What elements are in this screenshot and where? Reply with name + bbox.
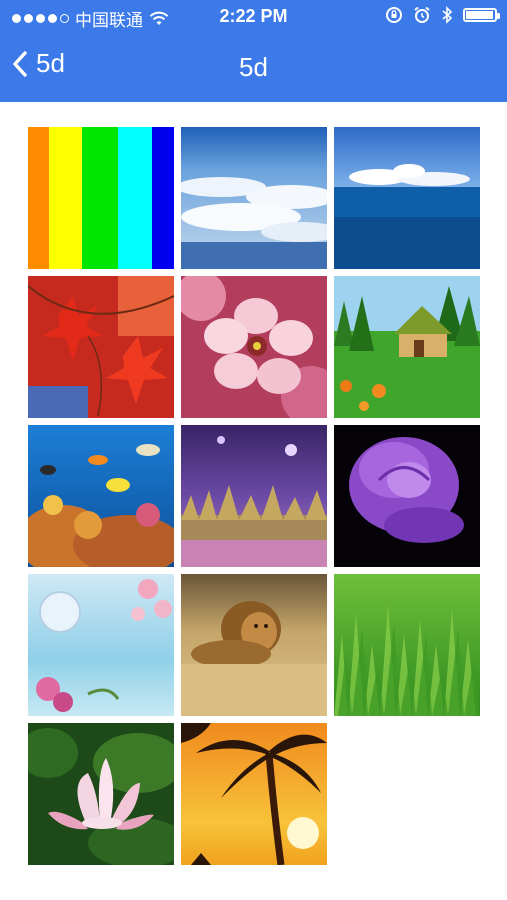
wallpaper-thumb-moon-and-blossoms[interactable] xyxy=(28,574,174,716)
wallpaper-thumb-clouds-from-above[interactable] xyxy=(181,127,327,269)
wallpaper-thumb-sea-and-sky[interactable] xyxy=(334,127,480,269)
wallpaper-thumb-purple-rose[interactable] xyxy=(334,425,480,567)
page-title: 5d xyxy=(239,52,268,82)
wallpaper-thumb-lion-in-grass[interactable] xyxy=(181,574,327,716)
wallpaper-grid xyxy=(28,127,480,865)
wallpaper-thumb-coral-reef-fish[interactable] xyxy=(28,425,174,567)
wallpaper-thumb-rainbow-stripes[interactable] xyxy=(28,127,174,269)
wallpaper-thumb-pink-blossom[interactable] xyxy=(181,276,327,418)
app-header: 中国联通 2:22 PM 5d 5d xyxy=(0,0,507,102)
status-bar: 中国联通 2:22 PM xyxy=(0,0,507,34)
battery-icon xyxy=(463,8,500,22)
wallpaper-thumb-red-maple-leaves[interactable] xyxy=(28,276,174,418)
wallpaper-thumb-palm-tree-sunset[interactable] xyxy=(181,723,327,865)
wallpaper-thumb-cottage-on-meadow[interactable] xyxy=(334,276,480,418)
bluetooth-icon xyxy=(442,6,453,24)
rotation-lock-icon xyxy=(386,7,402,23)
alarm-icon xyxy=(414,6,430,23)
wallpaper-thumb-purple-grass-field[interactable] xyxy=(181,425,327,567)
wallpaper-thumb-lotus-flower[interactable] xyxy=(28,723,174,865)
nav-bar: 5d 5d xyxy=(0,34,507,102)
wallpaper-thumb-green-grass[interactable] xyxy=(334,574,480,716)
